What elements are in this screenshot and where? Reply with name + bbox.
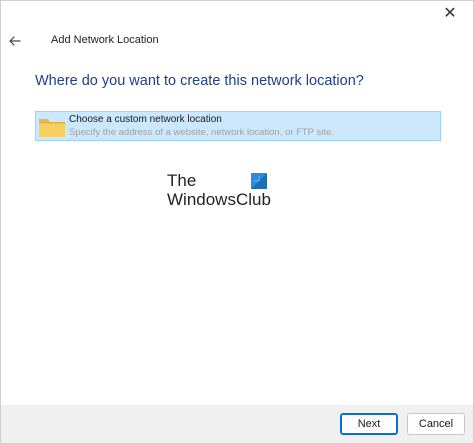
- wizard-window: ✕ Add Network Location Where do you want…: [0, 0, 474, 444]
- back-button[interactable]: [5, 31, 25, 51]
- windows-logo-icon: [251, 173, 267, 189]
- watermark-line1: The: [167, 171, 197, 190]
- watermark-line2: WindowsClub: [167, 190, 271, 209]
- folder-icon: [39, 119, 65, 137]
- option-description: Specify the address of a website, networ…: [69, 127, 334, 138]
- back-arrow-icon: [9, 36, 21, 46]
- watermark-logo: The WindowsClub: [167, 171, 277, 211]
- option-title: Choose a custom network location: [69, 114, 222, 125]
- option-custom-network-location[interactable]: Choose a custom network location Specify…: [35, 111, 441, 141]
- page-heading: Where do you want to create this network…: [35, 73, 364, 89]
- next-button[interactable]: Next: [340, 413, 398, 435]
- close-button[interactable]: ✕: [437, 3, 463, 25]
- close-icon: ✕: [443, 5, 457, 22]
- window-title: Add Network Location: [51, 34, 159, 46]
- cancel-button[interactable]: Cancel: [407, 413, 465, 435]
- wizard-footer: Next Cancel: [1, 405, 473, 443]
